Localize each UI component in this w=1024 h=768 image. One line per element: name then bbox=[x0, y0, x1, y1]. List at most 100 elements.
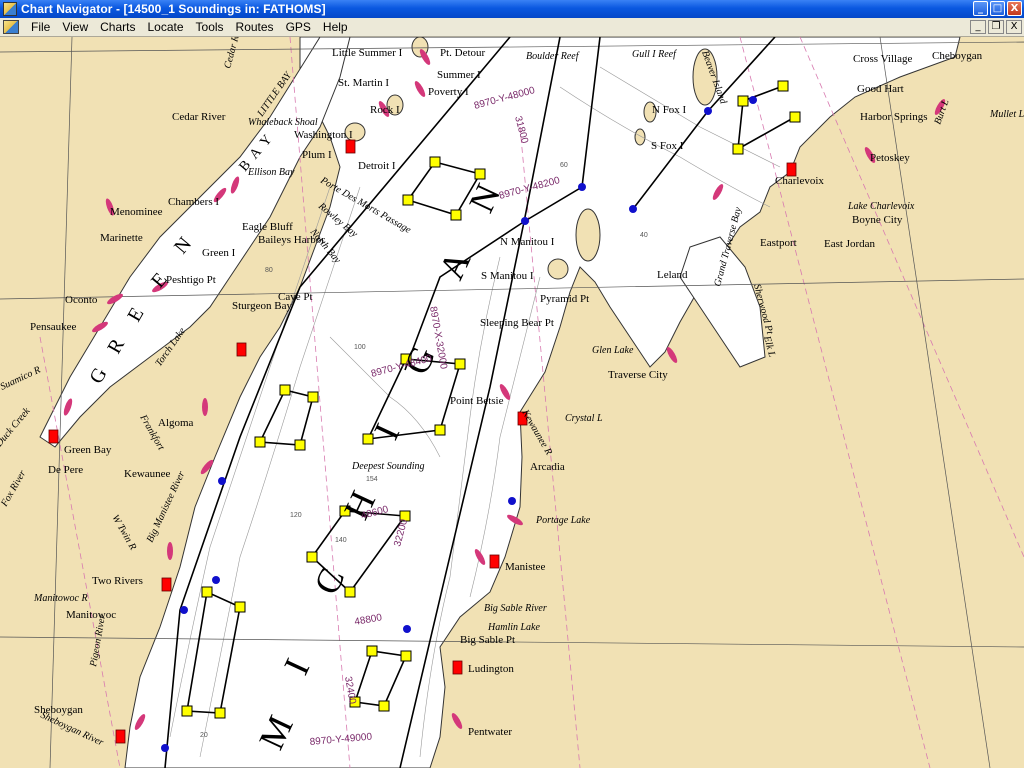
place-label: Eagle Bluff bbox=[242, 221, 293, 233]
menu-routes[interactable]: Routes bbox=[230, 20, 280, 34]
depth-label: 140 bbox=[335, 537, 347, 544]
place-label: Menominee bbox=[110, 206, 163, 218]
place-label: Pt. Detour bbox=[440, 47, 486, 59]
place-label: Manitowoc bbox=[66, 609, 116, 621]
place-label: Poverty I bbox=[428, 86, 469, 98]
close-button[interactable]: X bbox=[1007, 1, 1022, 16]
place-label: Detroit I bbox=[358, 160, 396, 172]
place-label: Cross Village bbox=[853, 53, 912, 65]
place-label: Pensaukee bbox=[30, 321, 77, 333]
document-window-controls: _ ❐ X bbox=[970, 20, 1022, 34]
place-label: Hamlin Lake bbox=[487, 622, 541, 633]
place-label: Leland bbox=[657, 269, 688, 281]
place-label: Big Sable River bbox=[484, 603, 547, 614]
doc-close-button[interactable]: X bbox=[1006, 20, 1022, 34]
place-label: Fox River bbox=[0, 469, 29, 510]
place-label: Suamico R bbox=[0, 365, 42, 393]
depth-label: 120 bbox=[290, 512, 302, 519]
place-label: East Jordan bbox=[824, 238, 876, 250]
place-label: Portage Lake bbox=[535, 515, 591, 526]
place-label: Glen Lake bbox=[592, 345, 634, 356]
place-label: Kewaunee bbox=[124, 468, 171, 480]
menu-charts[interactable]: Charts bbox=[94, 20, 141, 34]
depth-label: 40 bbox=[640, 232, 648, 239]
place-label: Green I bbox=[202, 247, 236, 259]
place-label: W Twin R bbox=[109, 513, 138, 552]
menu-help[interactable]: Help bbox=[317, 20, 354, 34]
place-label: N Fox I bbox=[652, 104, 687, 116]
place-label: Marinette bbox=[100, 232, 143, 244]
place-label: Sleeping Bear Pt bbox=[480, 317, 554, 329]
depth-label: 154 bbox=[366, 476, 378, 483]
place-label: Petoskey bbox=[870, 152, 910, 164]
place-label: Traverse City bbox=[608, 369, 668, 381]
depth-label: 100 bbox=[354, 344, 366, 351]
place-label: Pentwater bbox=[468, 726, 512, 738]
place-label: Cedar River bbox=[172, 111, 226, 123]
place-label: Charlevoix bbox=[775, 175, 824, 187]
chart-map[interactable]: N A G I H C I M G R E E N B A Y LITTLE B… bbox=[0, 37, 1024, 768]
place-label: Big Sable Pt bbox=[460, 634, 515, 646]
depth-label: 20 bbox=[200, 732, 208, 739]
place-label: Pigeon River bbox=[88, 614, 108, 669]
doc-restore-button[interactable]: ❐ bbox=[988, 20, 1004, 34]
place-label: S Fox I bbox=[651, 140, 684, 152]
place-label: Little Summer I bbox=[332, 47, 403, 59]
menu-tools[interactable]: Tools bbox=[190, 20, 230, 34]
place-label: Harbor Springs bbox=[860, 111, 928, 123]
menu-locate[interactable]: Locate bbox=[141, 20, 189, 34]
place-label: Point Betsie bbox=[450, 395, 504, 407]
place-label: St. Martin I bbox=[338, 77, 389, 89]
place-label: Cedar R bbox=[222, 37, 241, 70]
place-label: Two Rivers bbox=[92, 575, 143, 587]
app-icon bbox=[3, 2, 17, 16]
place-label: Lake Charlevoix bbox=[847, 201, 915, 212]
depth-label: 60 bbox=[560, 162, 568, 169]
place-label: Manitowoc R bbox=[33, 593, 88, 604]
place-label: Rock I bbox=[370, 104, 400, 116]
place-label: Boulder Reef bbox=[526, 51, 580, 62]
title-bar: Chart Navigator - [14500_1 Soundings in:… bbox=[0, 0, 1024, 18]
window-title: Chart Navigator - [14500_1 Soundings in:… bbox=[21, 2, 326, 16]
place-label: Green Bay bbox=[64, 444, 112, 456]
place-label: De Pere bbox=[48, 464, 83, 476]
menu-file[interactable]: File bbox=[25, 20, 56, 34]
place-label: Kewaunee R bbox=[519, 407, 554, 457]
place-label: Arcadia bbox=[530, 461, 565, 473]
place-label: Cheboygan bbox=[932, 50, 983, 62]
place-label: Eastport bbox=[760, 237, 797, 249]
place-label: Mullet Lake bbox=[989, 109, 1024, 120]
place-label: N bbox=[0, 112, 4, 127]
place-label: Washington I bbox=[294, 129, 353, 141]
place-label: S Manitou I bbox=[481, 270, 534, 282]
place-label: Oconto bbox=[65, 294, 98, 306]
place-label: Boyne City bbox=[852, 214, 903, 226]
document-icon[interactable] bbox=[3, 20, 19, 34]
place-label: Peshtigo Pt bbox=[166, 274, 216, 286]
menu-gps[interactable]: GPS bbox=[280, 20, 317, 34]
place-label: Ludington bbox=[468, 663, 514, 675]
place-label: Summer I bbox=[437, 69, 481, 81]
doc-minimize-button[interactable]: _ bbox=[970, 20, 986, 34]
place-label: N Manitou I bbox=[500, 236, 555, 248]
chart-canvas[interactable]: N A G I H C I M G R E E N B A Y LITTLE B… bbox=[0, 37, 1024, 768]
depth-label: 80 bbox=[265, 267, 273, 274]
place-label: Whaleback Shoal bbox=[248, 117, 318, 128]
place-label: Algoma bbox=[158, 417, 194, 429]
place-label: Good Hart bbox=[857, 83, 904, 95]
place-label: Gull I Reef bbox=[632, 49, 677, 60]
place-label: Big Manistee River bbox=[145, 470, 188, 545]
menu-bar: File View Charts Locate Tools Routes GPS… bbox=[0, 18, 1024, 37]
maximize-button[interactable]: □ bbox=[990, 1, 1005, 16]
menu-view[interactable]: View bbox=[56, 20, 94, 34]
place-label: Cave Pt bbox=[278, 291, 313, 303]
place-label: Chambers I bbox=[168, 196, 219, 208]
window-controls: _ □ X bbox=[973, 1, 1022, 16]
place-label: Plum I bbox=[302, 149, 332, 161]
place-label: Crystal L bbox=[565, 413, 603, 424]
place-label: Pyramid Pt bbox=[540, 293, 589, 305]
minimize-button[interactable]: _ bbox=[973, 1, 988, 16]
place-label: Burt L bbox=[932, 98, 951, 126]
place-label: Duck Creek bbox=[0, 405, 33, 449]
place-label: Deepest Sounding bbox=[351, 461, 425, 472]
